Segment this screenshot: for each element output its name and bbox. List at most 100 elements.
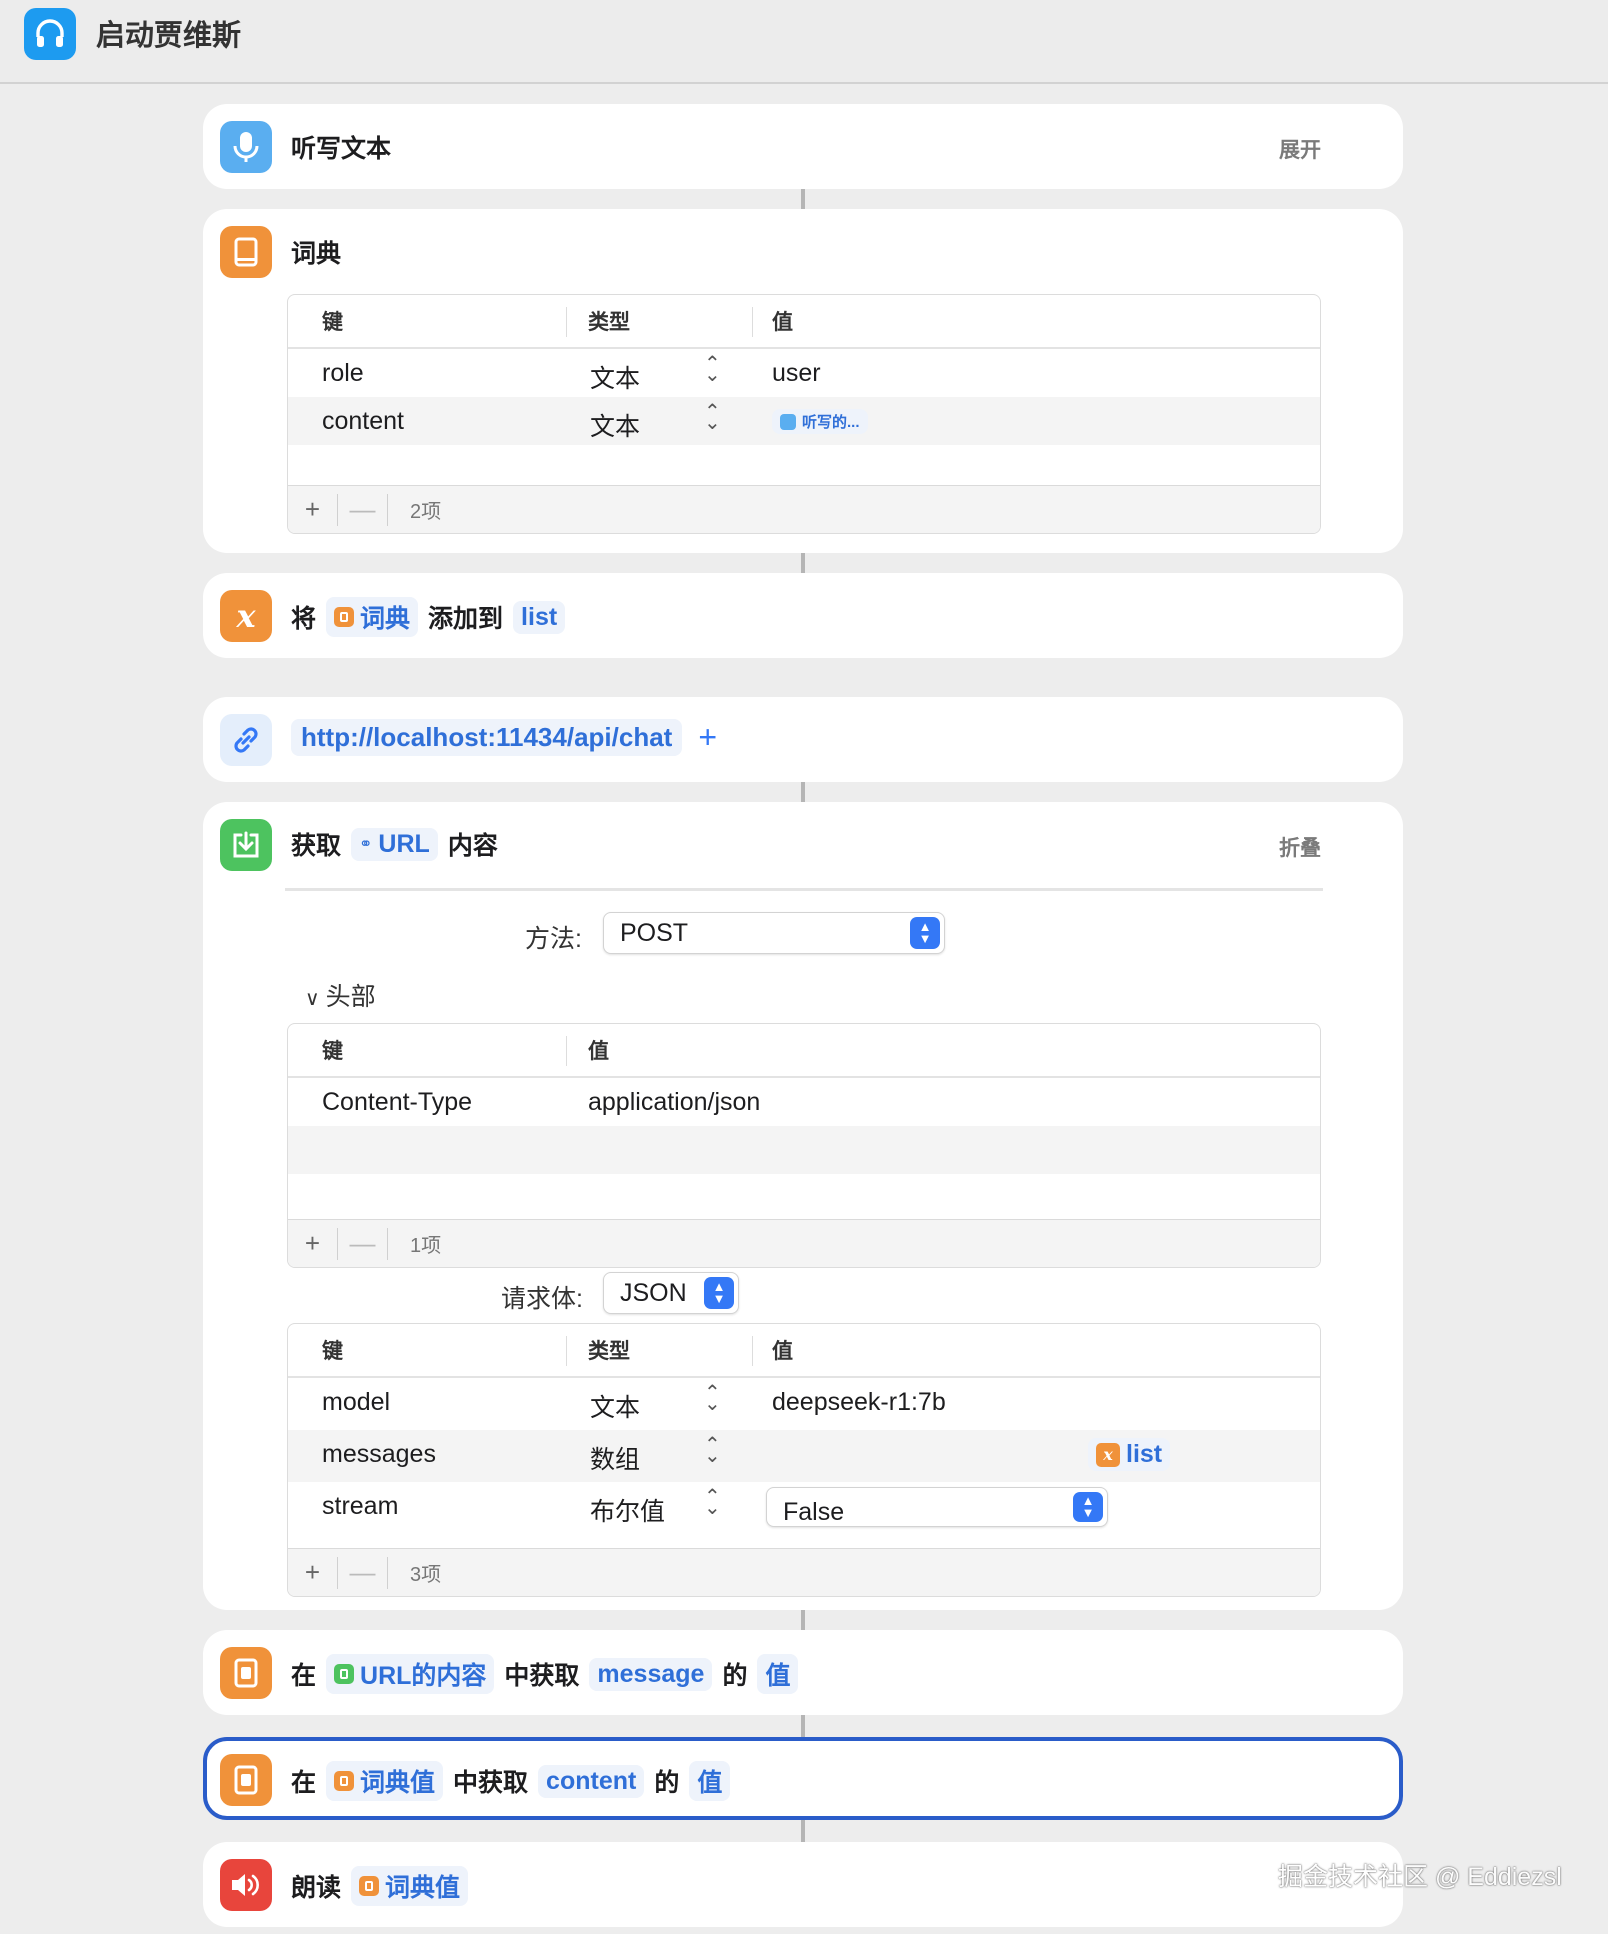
remove-row-button[interactable]: — (338, 1556, 388, 1589)
row-key[interactable]: stream (322, 1492, 398, 1521)
magic-variable-url-contents[interactable]: URL的内容 (326, 1654, 495, 1694)
column-header-key: 键 (322, 1340, 343, 1363)
action-add-to-variable[interactable]: x 将 词典 添加到 list (203, 573, 1403, 658)
type-stepper-icon[interactable]: ⌃ ⌄ (704, 1383, 721, 1414)
flow-connector (801, 189, 805, 209)
add-row-button[interactable]: + (288, 1556, 338, 1589)
row-key[interactable]: role (322, 359, 364, 388)
key-field[interactable]: content (538, 1764, 645, 1798)
method-select[interactable]: POST ▲ ▼ (603, 912, 945, 954)
row-key[interactable]: content (322, 407, 404, 436)
table-row[interactable]: model 文本 ⌃ ⌄ deepseek-r1:7b (288, 1378, 1320, 1430)
get-value-mode[interactable]: 值 (757, 1654, 799, 1694)
chevron-updown-icon: ▲ ▼ (1073, 1492, 1103, 1522)
table-footer: + — 1项 (288, 1219, 1320, 1267)
row-type[interactable]: 文本 (590, 407, 640, 443)
action-sentence: 朗读 词典值 (291, 1866, 469, 1906)
column-header-value: 值 (772, 311, 793, 334)
request-body-table: 键 类型 值 model 文本 ⌃ ⌄ deepseek-r1:7b messag… (287, 1323, 1321, 1597)
row-type[interactable]: 布尔值 (590, 1492, 665, 1528)
remove-row-button[interactable]: — (338, 493, 388, 526)
book-icon (220, 1647, 272, 1699)
action-url[interactable]: http://localhost:11434/api/chat + (203, 697, 1403, 782)
column-header-type: 类型 (588, 1340, 630, 1363)
add-row-button[interactable]: + (288, 493, 338, 526)
row-key[interactable]: messages (322, 1440, 436, 1469)
microphone-icon (780, 413, 796, 430)
flow-connector (801, 1820, 805, 1842)
body-type-select[interactable]: JSON ▲ ▼ (603, 1272, 739, 1314)
action-speak-text[interactable]: 朗读 词典值 (203, 1842, 1403, 1927)
method-label: 方法: (525, 925, 582, 953)
speaker-icon (220, 1859, 272, 1911)
column-header-type: 类型 (588, 311, 630, 334)
row-value[interactable]: application/json (588, 1088, 760, 1117)
table-row[interactable]: content 文本 ⌃ ⌄ 听写的... (288, 397, 1320, 445)
action-get-dictionary-value-content[interactable]: 在 词典值 中获取 content 的 值 (203, 1737, 1403, 1820)
magic-variable-url[interactable]: ⚭ URL (351, 827, 438, 861)
divider (285, 888, 1323, 891)
shortcut-title[interactable]: 启动贾维斯 (96, 12, 241, 54)
stream-value-select[interactable]: False ▲ ▼ (766, 1487, 1108, 1527)
book-icon (359, 1876, 380, 1896)
column-header-key: 键 (322, 1040, 343, 1063)
row-key[interactable]: model (322, 1388, 390, 1417)
type-stepper-icon[interactable]: ⌃ ⌄ (704, 1487, 721, 1518)
add-row-button[interactable]: + (288, 1227, 338, 1260)
action-dictate-text[interactable]: 听写文本 展开 (203, 104, 1403, 189)
row-key[interactable]: Content-Type (322, 1088, 472, 1117)
table-row[interactable]: stream 布尔值 ⌃ ⌄ False ▲ ▼ (288, 1482, 1320, 1534)
magic-variable-dictionary[interactable]: 词典 (326, 597, 419, 637)
headers-section-toggle[interactable]: ∨ 头部 (305, 977, 376, 1013)
type-stepper-icon[interactable]: ⌃ ⌄ (704, 354, 721, 385)
action-sentence: 获取 ⚭ URL 内容 (291, 827, 498, 861)
table-row[interactable]: messages 数组 ⌃ ⌄ x list (288, 1430, 1320, 1482)
flow-connector (801, 1610, 805, 1630)
variable-list[interactable]: list (513, 600, 566, 634)
action-dictionary[interactable]: 词典 键 类型 值 role 文本 ⌃ ⌄ user content 文本 ⌃ ⌄ … (203, 209, 1403, 553)
action-sentence: 将 词典 添加到 list (291, 597, 566, 637)
row-value[interactable]: deepseek-r1:7b (772, 1388, 946, 1417)
action-get-dictionary-value-message[interactable]: 在 URL的内容 中获取 message 的 值 (203, 1630, 1403, 1715)
flow-connector (801, 782, 805, 802)
magic-variable-token[interactable]: 听写的... (772, 409, 868, 434)
table-row[interactable]: role 文本 ⌃ ⌄ user (288, 349, 1320, 397)
type-stepper-icon[interactable]: ⌃ ⌄ (704, 1435, 721, 1466)
collapse-toggle[interactable]: 折叠 (1279, 832, 1321, 862)
expand-toggle[interactable]: 展开 (1279, 134, 1321, 164)
row-type[interactable]: 数组 (590, 1440, 640, 1476)
row-type[interactable]: 文本 (590, 1388, 640, 1424)
url-field[interactable]: http://localhost:11434/api/chat (291, 719, 683, 756)
row-type[interactable]: 文本 (590, 359, 640, 395)
item-count: 3项 (410, 1564, 442, 1586)
remove-row-button[interactable]: — (338, 1227, 388, 1260)
title-bar: 启动贾维斯 (0, 0, 1608, 84)
body-label: 请求体: (501, 1285, 583, 1313)
variable-list-token[interactable]: x list (1088, 1438, 1171, 1471)
type-stepper-icon[interactable]: ⌃ ⌄ (704, 402, 721, 433)
action-get-url-contents[interactable]: 获取 ⚭ URL 内容 折叠 方法: POST ▲ ▼ ∨ 头部 键 值 Conten… (203, 802, 1403, 1610)
key-field[interactable]: message (589, 1657, 713, 1691)
column-header-key: 键 (322, 311, 343, 334)
url-line: http://localhost:11434/api/chat + (291, 719, 717, 756)
chevron-updown-icon: ▲ ▼ (704, 1277, 734, 1309)
get-value-mode[interactable]: 值 (689, 1761, 731, 1801)
magic-variable-dictionary-value[interactable]: 词典值 (351, 1866, 469, 1906)
chevron-updown-icon: ▲ ▼ (910, 917, 940, 949)
magic-variable-dictionary-value[interactable]: 词典值 (326, 1761, 444, 1801)
flow-connector (801, 1715, 805, 1737)
table-row-empty[interactable] (288, 1126, 1320, 1174)
add-url-button[interactable]: + (698, 719, 717, 756)
action-title: 听写文本 (291, 135, 392, 163)
item-count: 1项 (410, 1235, 442, 1257)
row-value[interactable]: user (772, 359, 821, 388)
microphone-icon (220, 121, 272, 173)
book-icon (220, 226, 272, 278)
action-sentence: 在 URL的内容 中获取 message 的 值 (291, 1654, 799, 1694)
book-icon (220, 1754, 272, 1806)
dictionary-table: 键 类型 值 role 文本 ⌃ ⌄ user content 文本 ⌃ ⌄ 听写的… (287, 294, 1321, 534)
table-row[interactable]: Content-Type application/json (288, 1078, 1320, 1126)
variable-icon: x (220, 590, 272, 642)
watermark: 掘金技术社区 @ Eddiezsl (1278, 1863, 1562, 1891)
book-icon (334, 607, 355, 627)
